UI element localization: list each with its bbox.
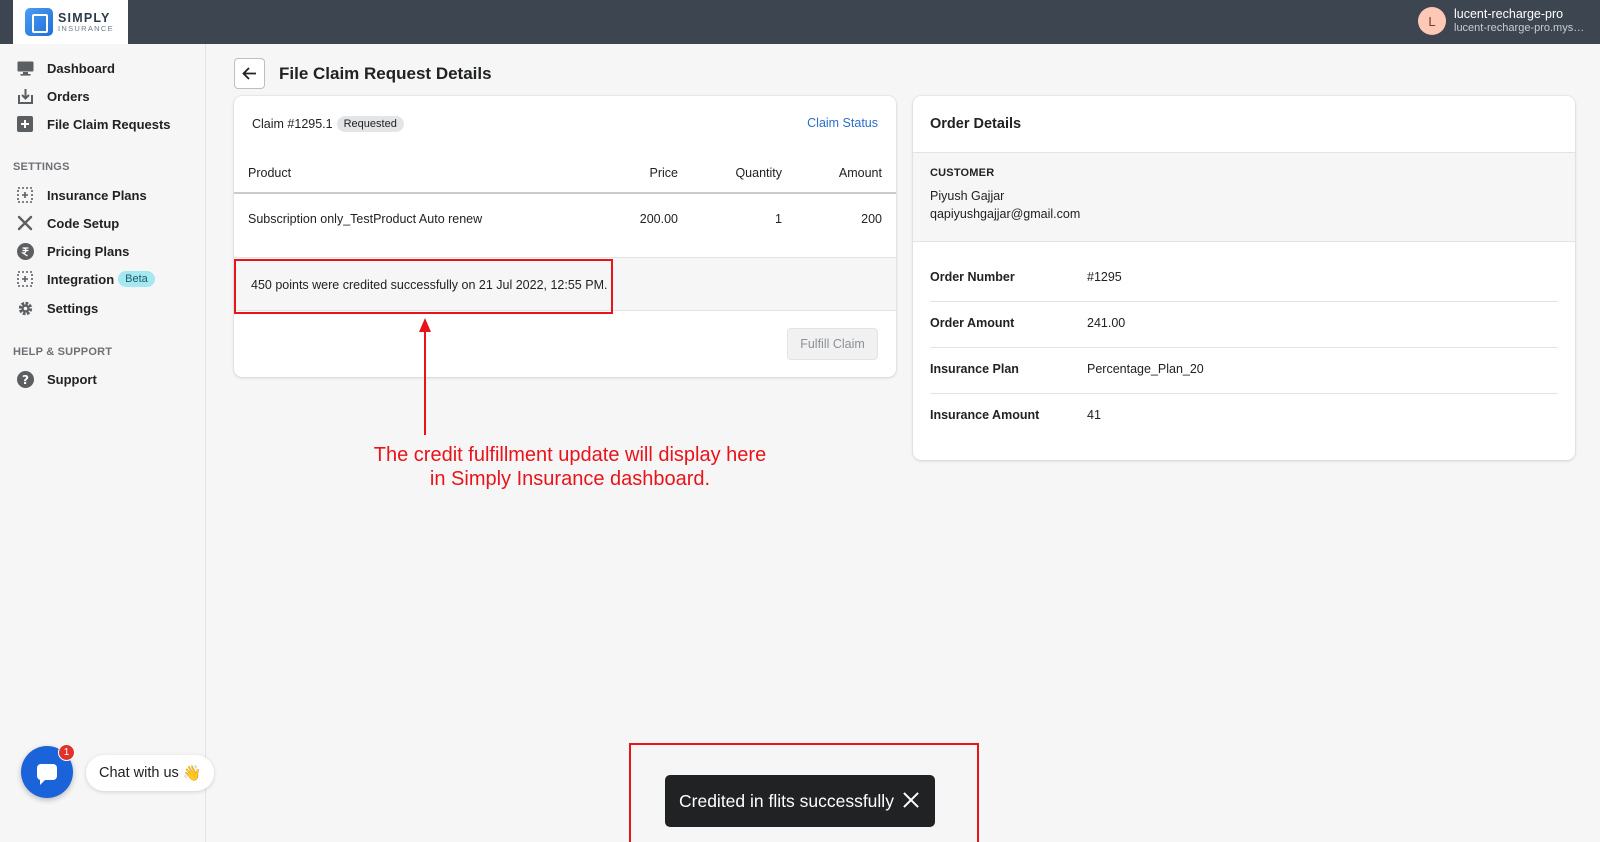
- beta-badge: Beta: [118, 271, 155, 287]
- sidebar-item-label: File Claim Requests: [47, 116, 171, 132]
- table-row: Subscription only_TestProduct Auto renew…: [234, 212, 896, 242]
- column-header-quantity: Quantity: [735, 166, 782, 180]
- help-section-title: HELP & SUPPORT: [13, 346, 113, 358]
- sidebar-item-support[interactable]: ? Support: [16, 368, 97, 390]
- chat-with-us-button[interactable]: Chat with us 👋: [86, 755, 215, 791]
- logo-shield-icon: [25, 8, 53, 36]
- toast-notification: Credited in flits successfully: [665, 775, 935, 827]
- column-header-price: Price: [649, 166, 678, 180]
- order-details-title: Order Details: [930, 116, 1022, 132]
- amount-cell: 200: [861, 212, 882, 226]
- order-number-row: Order Number #1295: [930, 256, 1558, 302]
- toast-message: Credited in flits successfully: [679, 790, 894, 811]
- order-amount-value: 241.00: [1087, 316, 1126, 330]
- avatar: L: [1418, 7, 1446, 35]
- sidebar-item-pricing-plans[interactable]: Pricing Plans: [16, 240, 129, 262]
- sidebar-item-orders[interactable]: Orders: [16, 85, 90, 107]
- annotation-highlight-credit: [234, 259, 613, 314]
- chat-bubble-icon: [37, 764, 57, 785]
- svg-text:?: ?: [22, 373, 29, 387]
- annotation-arrow-line: [424, 325, 426, 435]
- column-header-amount: Amount: [838, 166, 882, 180]
- sidebar-item-label: Code Setup: [47, 215, 120, 231]
- sidebar-item-file-claim-requests[interactable]: File Claim Requests: [16, 113, 171, 135]
- order-number-value: #1295: [1087, 270, 1122, 284]
- account-name: lucent-recharge-pro: [1454, 7, 1564, 22]
- settings-section-title: SETTINGS: [13, 161, 70, 173]
- insurance-plan-value: Percentage_Plan_20: [1087, 362, 1204, 376]
- insurance-amount-row: Insurance Amount 41: [930, 394, 1558, 440]
- sidebar-item-settings[interactable]: Settings: [16, 297, 98, 319]
- page-title: File Claim Request Details: [279, 64, 492, 83]
- order-amount-row: Order Amount 241.00: [930, 302, 1558, 348]
- download-icon: [16, 87, 34, 105]
- sidebar-item-label: Pricing Plans: [47, 243, 130, 259]
- sidebar-item-code-setup[interactable]: Code Setup: [16, 212, 119, 234]
- dashed-plus-icon: [16, 186, 34, 204]
- wave-icon: 👋: [182, 765, 202, 782]
- fulfill-claim-button[interactable]: Fulfill Claim: [787, 328, 878, 360]
- brand-logo[interactable]: SIMPLY INSURANCE: [13, 0, 128, 44]
- plus-square-icon: [16, 115, 34, 133]
- chat-label: Chat with us: [99, 765, 179, 781]
- insurance-plan-label: Insurance Plan: [930, 362, 1019, 376]
- account-domain: lucent-recharge-pro.myshopify.com: [1454, 21, 1586, 34]
- sidebar-item-dashboard[interactable]: Dashboard: [16, 57, 115, 79]
- table-header-divider: [234, 192, 896, 194]
- sidebar-item-label: Support: [47, 371, 97, 387]
- sidebar-item-integration[interactable]: Integration Beta: [16, 268, 155, 290]
- logo-text: SIMPLY INSURANCE: [58, 10, 114, 33]
- top-bar: SIMPLY INSURANCE L lucent-recharge-pro l…: [0, 0, 1600, 44]
- order-details-card: Order Details CUSTOMER Piyush Gajjar qap…: [913, 96, 1575, 460]
- sidebar-item-insurance-plans[interactable]: Insurance Plans: [16, 184, 147, 206]
- annotation-caption: The credit fulfillment update will displ…: [340, 443, 800, 491]
- price-cell: 200.00: [639, 212, 678, 226]
- customer-email: qapiyushgajjar@gmail.com: [930, 207, 1081, 221]
- customer-name: Piyush Gajjar: [930, 189, 1005, 203]
- sidebar-item-label: Settings: [47, 300, 99, 316]
- account-menu[interactable]: L lucent-recharge-pro lucent-recharge-pr…: [1418, 7, 1586, 35]
- sidebar: Dashboard Orders File Claim Requests SET…: [0, 44, 206, 842]
- back-button[interactable]: [234, 58, 265, 89]
- annotation-line-1: The credit fulfillment update will displ…: [373, 444, 767, 466]
- annotation-line-2: in Simply Insurance dashboard.: [429, 468, 711, 490]
- sidebar-item-label: Dashboard: [47, 60, 115, 76]
- claim-card: Claim #1295.1 Requested Claim Status Pro…: [234, 96, 896, 377]
- monitor-icon: [16, 59, 34, 77]
- question-icon: ?: [16, 370, 34, 388]
- customer-section: CUSTOMER Piyush Gajjar qapiyushgajjar@gm…: [913, 152, 1575, 242]
- gear-icon: [16, 299, 34, 317]
- arrow-left-icon: [242, 67, 256, 80]
- table-header: Product Price Quantity Amount: [234, 96, 896, 192]
- sidebar-item-label: Orders: [47, 88, 90, 104]
- insurance-amount-value: 41: [1087, 408, 1101, 422]
- insurance-plan-row: Insurance Plan Percentage_Plan_20: [930, 348, 1558, 394]
- order-amount-label: Order Amount: [930, 316, 1015, 330]
- product-cell: Subscription only_TestProduct Auto renew: [248, 212, 483, 226]
- insurance-amount-label: Insurance Amount: [930, 408, 1040, 422]
- close-icon[interactable]: [901, 790, 921, 810]
- rupee-icon: [16, 242, 34, 260]
- order-number-label: Order Number: [930, 270, 1015, 284]
- logo-line-2: INSURANCE: [58, 24, 114, 33]
- logo-line-1: SIMPLY: [58, 10, 111, 25]
- account-text: lucent-recharge-pro lucent-recharge-pro.…: [1454, 7, 1586, 34]
- customer-label: CUSTOMER: [930, 167, 995, 179]
- dashed-plus-icon: [16, 270, 34, 288]
- sidebar-item-label: Integration: [47, 271, 115, 287]
- chat-notification-count: 1: [58, 744, 75, 761]
- tools-icon: [16, 214, 34, 232]
- sidebar-item-label: Insurance Plans: [47, 187, 147, 203]
- quantity-cell: 1: [775, 212, 782, 226]
- column-header-product: Product: [248, 166, 292, 180]
